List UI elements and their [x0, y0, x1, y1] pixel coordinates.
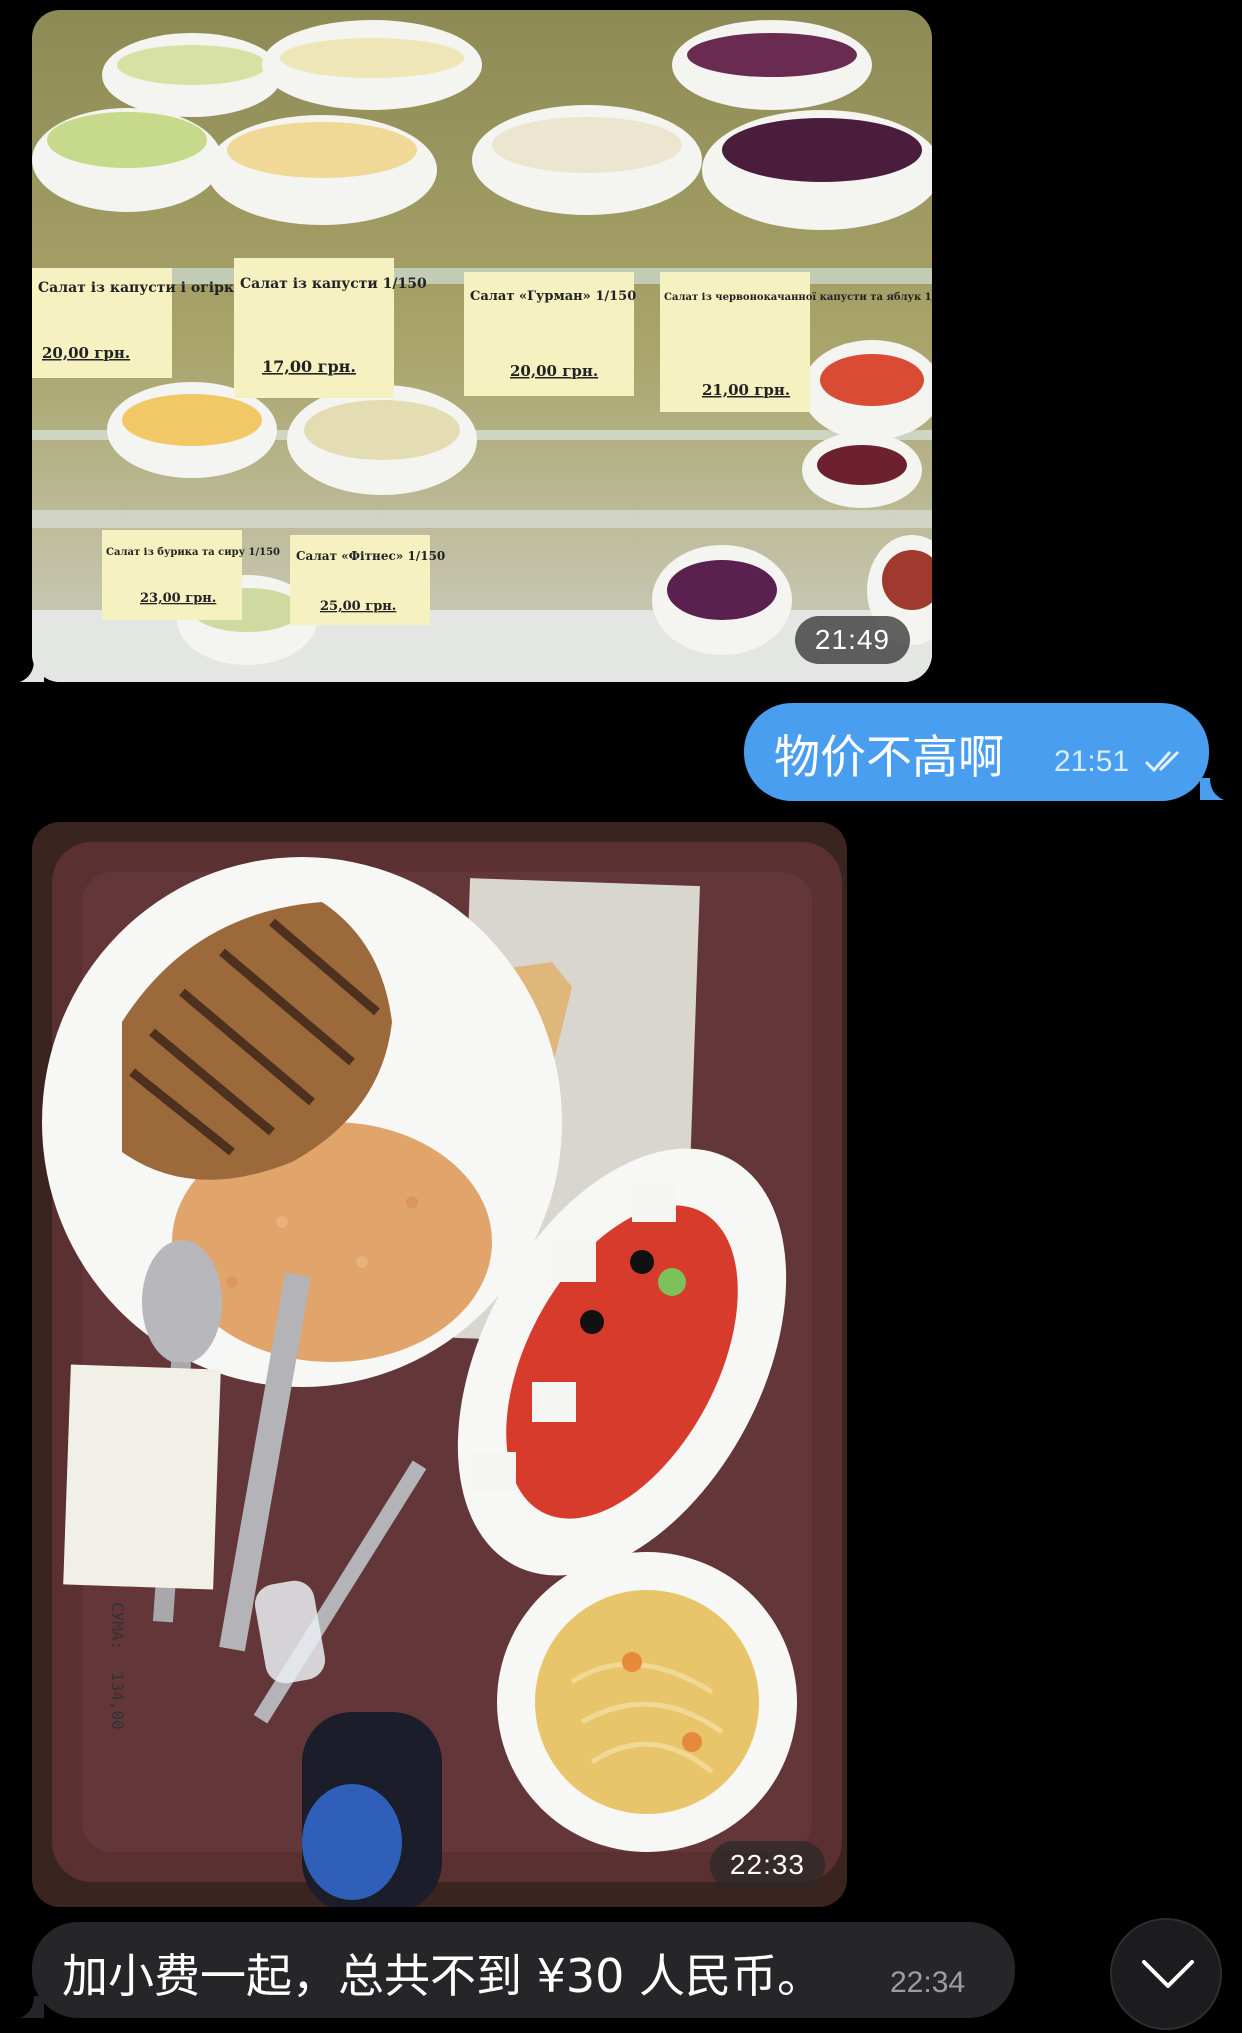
outgoing-message[interactable]: 物价不高啊 21:51 — [744, 703, 1209, 801]
svg-text:СУМА:: СУМА: — [108, 1602, 127, 1650]
chevron-down-icon — [1142, 1960, 1194, 1988]
message-time: 22:33 — [709, 1841, 825, 1889]
scroll-to-bottom-button[interactable] — [1110, 1918, 1222, 2030]
message-time: 22:34 — [890, 1966, 966, 1999]
svg-text:17,00 грн.: 17,00 грн. — [262, 357, 356, 376]
svg-text:21,00 грн.: 21,00 грн. — [702, 381, 790, 399]
bubble-tail — [20, 1996, 44, 2018]
svg-text:20,00 грн.: 20,00 грн. — [42, 344, 130, 362]
meal-tray-photo: СУМА: 134,00 — [32, 822, 847, 1907]
svg-text:Салат «Фітнес» 1/150: Салат «Фітнес» 1/150 — [296, 549, 445, 563]
bubble-tail — [20, 660, 44, 682]
price-tag: Салат «Фітнес» 1/150 25,00 грн. — [290, 535, 445, 625]
message-text: 物价不高啊 — [774, 730, 1004, 784]
svg-text:134,00: 134,00 — [108, 1672, 127, 1730]
double-check-icon — [1144, 750, 1180, 773]
svg-text:Салат із червонокачанної капус: Салат із червонокачанної капусти та яблу… — [664, 292, 932, 303]
message-time: 21:51 — [1054, 745, 1130, 778]
svg-text:Салат «Гурман» 1/150: Салат «Гурман» 1/150 — [470, 289, 636, 304]
incoming-message[interactable]: 加小费一起，总共不到 ¥30 人民币。 22:34 — [32, 1922, 1015, 2018]
salad-display-photo: Салат із капусти і огірків 1/150 20,00 г… — [32, 10, 932, 682]
bubble-tail — [1200, 778, 1224, 800]
svg-text:25,00 грн.: 25,00 грн. — [320, 599, 396, 614]
photo-message-salads[interactable]: Салат із капусти і огірків 1/150 20,00 г… — [32, 10, 932, 682]
message-text: 加小费一起，总共不到 ¥30 人民币。 — [62, 1949, 824, 2003]
price-tag: Салат «Гурман» 1/150 20,00 грн. — [464, 272, 636, 396]
photo-message-meal[interactable]: СУМА: 134,00 22:33 — [32, 822, 847, 1907]
svg-text:Салат із бурика та сиру 1/150: Салат із бурика та сиру 1/150 — [106, 547, 280, 558]
svg-text:20,00 грн.: 20,00 грн. — [510, 362, 598, 380]
svg-text:Салат із капусти 1/150: Салат із капусти 1/150 — [240, 276, 427, 292]
message-time: 21:49 — [794, 616, 910, 664]
svg-text:23,00 грн.: 23,00 грн. — [140, 591, 216, 606]
chat-view: Салат із капусти і огірків 1/150 20,00 г… — [0, 0, 1242, 2033]
